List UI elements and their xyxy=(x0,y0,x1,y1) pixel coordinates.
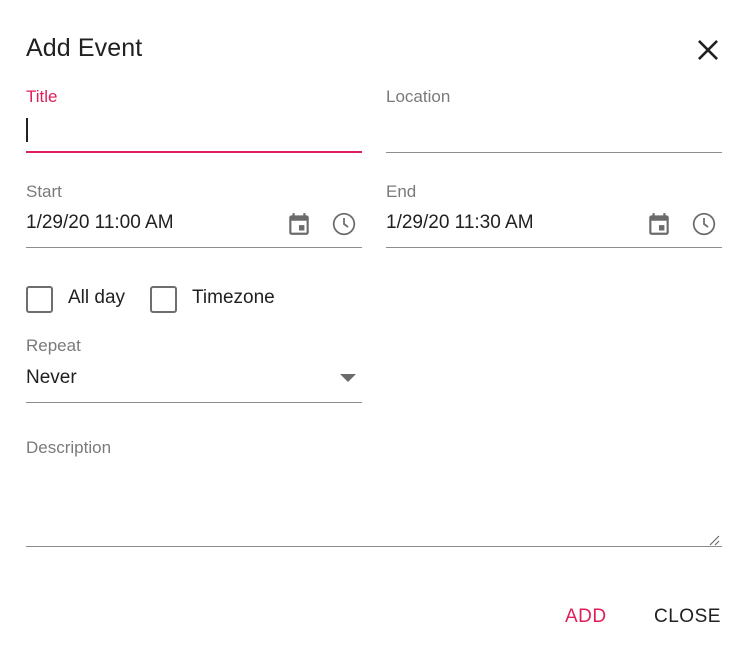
title-underline xyxy=(26,151,362,153)
location-label: Location xyxy=(386,87,451,106)
resize-handle-icon[interactable] xyxy=(706,532,720,546)
end-label: End xyxy=(386,182,417,201)
repeat-label: Repeat xyxy=(26,336,81,355)
calendar-icon[interactable] xyxy=(286,211,312,237)
all-day-label[interactable]: All day xyxy=(68,287,125,309)
dialog-title: Add Event xyxy=(26,34,143,62)
end-input[interactable]: 1/29/20 11:30 AM xyxy=(386,212,534,234)
clock-icon[interactable] xyxy=(331,211,357,237)
text-caret xyxy=(26,118,28,142)
repeat-underline xyxy=(26,402,362,403)
chevron-down-icon xyxy=(340,374,356,382)
clock-icon[interactable] xyxy=(691,211,717,237)
start-input[interactable]: 1/29/20 11:00 AM xyxy=(26,212,174,234)
end-underline xyxy=(386,247,722,248)
description-underline xyxy=(26,546,722,547)
close-button[interactable]: CLOSE xyxy=(654,606,721,628)
description-label: Description xyxy=(26,438,112,457)
start-label: Start xyxy=(26,182,62,201)
calendar-icon[interactable] xyxy=(646,211,672,237)
all-day-checkbox[interactable] xyxy=(26,286,53,313)
timezone-checkbox[interactable] xyxy=(150,286,177,313)
repeat-value: Never xyxy=(26,367,77,388)
title-label: Title xyxy=(26,87,58,106)
title-input[interactable] xyxy=(26,116,362,144)
add-button[interactable]: ADD xyxy=(565,606,607,628)
location-underline xyxy=(386,152,722,153)
close-icon[interactable] xyxy=(694,36,722,64)
location-input[interactable] xyxy=(386,116,722,144)
timezone-label[interactable]: Timezone xyxy=(192,287,275,309)
repeat-select[interactable]: Never xyxy=(26,362,362,402)
start-underline xyxy=(26,247,362,248)
description-textarea[interactable] xyxy=(26,466,722,542)
